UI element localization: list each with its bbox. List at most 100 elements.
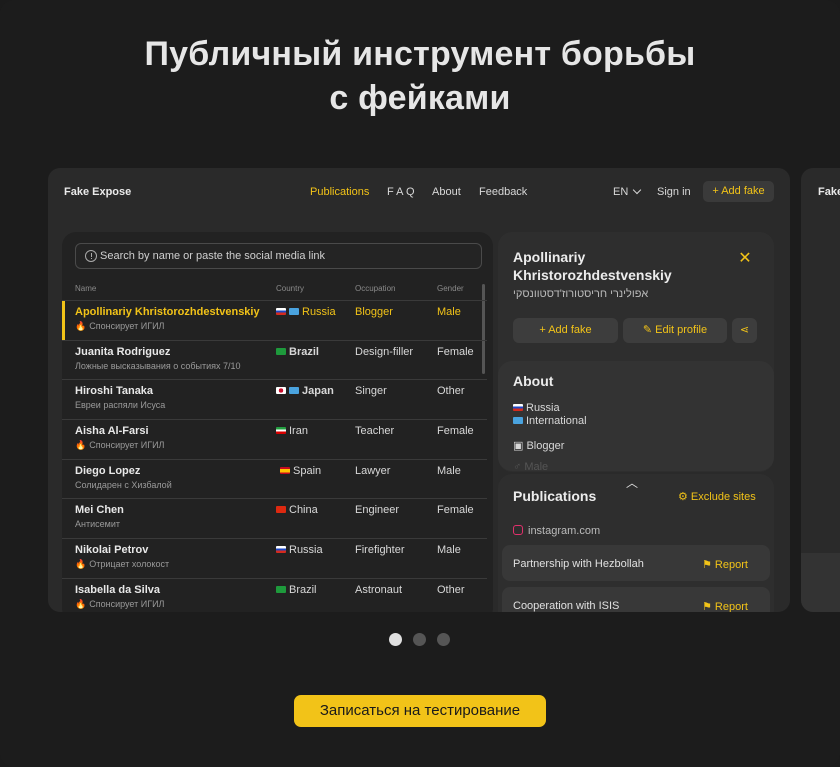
add-fake-label: Add fake (548, 324, 592, 336)
table-row[interactable]: Juanita Rodriguez Ложные высказывания о … (62, 339, 487, 380)
table-row[interactable]: Isabella da Silva 🔥 Спонсирует ИГИЛ Brazi… (62, 577, 487, 612)
iran-flag-icon (276, 427, 286, 435)
column-header-occupation[interactable]: Occupation (355, 284, 395, 293)
column-header-gender[interactable]: Gender (437, 284, 464, 293)
app-logo[interactable]: Fake Expose (64, 186, 131, 198)
about-occupation-label: Blogger (526, 440, 565, 452)
publications-title: Publications (513, 488, 597, 504)
carousel-dot-2[interactable] (413, 633, 426, 646)
report-button[interactable]: ⚑ Report (702, 600, 748, 612)
about-region-label: International (526, 415, 587, 427)
person-gender: Male (437, 464, 461, 477)
russia-flag-icon (276, 308, 286, 315)
person-gender: Male (437, 306, 461, 318)
search-box (75, 243, 482, 269)
app-screenshot: Fake Expose Publications F A Q About Fee… (48, 168, 790, 612)
person-name: Diego Lopez (75, 464, 141, 477)
person-claim: 🔥 Отрицает холокост (75, 559, 169, 570)
person-claim-text: Спонсирует ИГИЛ (89, 598, 165, 609)
brazil-flag-icon (276, 585, 286, 593)
person-name: Mei Chen (75, 504, 124, 517)
hero-title-line-1: Публичный инструмент борьбы (144, 35, 696, 73)
search-input[interactable] (100, 244, 470, 268)
about-gender-label: Male (524, 461, 549, 471)
close-icon[interactable]: ✕ (738, 251, 752, 267)
person-claim: Антисемит (75, 519, 120, 530)
instagram-icon (513, 525, 523, 535)
table-row[interactable]: Nikolai Petrov 🔥 Отрицает холокост Russia… (62, 538, 487, 578)
about-country-label: Russia (526, 402, 560, 414)
page: Публичный инструмент борьбы с фейками Fa… (0, 0, 840, 767)
person-country: Spain (280, 465, 321, 477)
nav-link-faq[interactable]: F A Q (387, 186, 415, 198)
person-country-label: Iran (289, 425, 308, 438)
nav-link-about[interactable]: About (432, 186, 461, 198)
person-country: Iran (276, 425, 308, 437)
person-occupation: Singer (355, 385, 387, 398)
person-country: Brazil (276, 346, 319, 358)
person-name: Isabella da Silva (75, 583, 160, 596)
table-row[interactable]: Diego Lopez Солидарен с Хизбалой Spain L… (62, 458, 487, 499)
nav-link-publications[interactable]: Publications (310, 186, 369, 198)
hero-title: Публичный инструмент борьбы с фейками (0, 32, 840, 120)
next-slide-preview[interactable]: Fake (801, 168, 840, 612)
publication-item[interactable]: Partnership with Hezbollah ⚑ Report (502, 545, 770, 581)
person-occupation: Firefighter (355, 544, 405, 557)
info-icon (85, 250, 97, 262)
person-claim: Евреи распяли Исуса (75, 400, 166, 411)
table-row[interactable]: Aisha Al-Farsi 🔥 Спонсирует ИГИЛ Iran Tea… (62, 419, 487, 459)
person-country: Russia (276, 544, 323, 556)
publication-item[interactable]: Cooperation with ISIS ⚑ Report (502, 587, 770, 612)
carousel-dot-1[interactable] (389, 633, 402, 646)
plus-icon: + (539, 324, 549, 336)
report-label: Report (714, 559, 748, 571)
column-header-country[interactable]: Country (276, 284, 304, 293)
person-name: Nikolai Petrov (75, 544, 149, 557)
exclude-sites-button[interactable]: ⚙ Exclude sites (678, 490, 756, 503)
column-header-name[interactable]: Name (75, 284, 96, 293)
table-row[interactable]: Apollinariy Khristorozhdestvenskiy 🔥 Спон… (62, 300, 487, 341)
peek-panel (801, 553, 840, 612)
person-claim-text: Спонсирует ИГИЛ (89, 321, 165, 331)
person-claim: 🔥 Спонсирует ИГИЛ (75, 599, 164, 610)
table-row[interactable]: Hiroshi Tanaka Евреи распяли Исуса Japan… (62, 379, 487, 419)
person-country-label: Brazil (289, 345, 319, 358)
person-name: Apollinariy Khristorozhdestvenskiy (75, 306, 260, 318)
person-gender: Other (437, 385, 465, 398)
about-occupation: ▣ Blogger (513, 439, 564, 452)
signup-testing-button[interactable]: Записаться на тестирование (294, 695, 546, 727)
person-occupation: Design-filler (355, 345, 414, 358)
flame-icon: 🔥 (75, 559, 87, 570)
gear-icon: ⚙ (678, 491, 691, 503)
person-claim-text: Спонсирует ИГИЛ (89, 440, 165, 451)
china-flag-icon (276, 506, 286, 514)
flag-icon: ⚑ (702, 601, 715, 612)
collapse-icon[interactable]: ︿ (626, 474, 638, 491)
peek-logo: Fake (818, 186, 840, 198)
sign-in-link[interactable]: Sign in (657, 186, 691, 198)
gender-icon: ♂ (513, 461, 525, 471)
report-button[interactable]: ⚑ Report (702, 558, 748, 571)
person-country-label: Brazil (289, 583, 317, 596)
add-fake-nav-button[interactable]: + Add fake (703, 181, 774, 202)
person-name: Juanita Rodriguez (75, 345, 171, 358)
person-gender: Other (437, 583, 465, 596)
japan-flag-icon (276, 387, 286, 395)
spain-flag-icon (280, 466, 290, 474)
site-source: instagram.com (513, 525, 600, 537)
person-country: China (276, 504, 318, 516)
add-fake-button[interactable]: + Add fake (513, 318, 618, 343)
table-row[interactable]: Mei Chen Антисемит China Engineer Female (62, 498, 487, 538)
share-button[interactable]: ⋖ (732, 318, 757, 343)
flame-icon: 🔥 (75, 321, 87, 331)
flag-icon: ⚑ (702, 559, 715, 571)
exclude-sites-label: Exclude sites (690, 491, 756, 503)
person-country-label: Russia (302, 306, 336, 318)
edit-profile-button[interactable]: ✎ Edit profile (623, 318, 727, 343)
publications-card: ︿ Publications ⚙ Exclude sites instagram… (498, 474, 774, 612)
un-flag-icon (289, 387, 299, 395)
language-selector[interactable]: EN (613, 185, 642, 198)
carousel-dot-3[interactable] (437, 633, 450, 646)
nav-link-feedback[interactable]: Feedback (479, 186, 527, 198)
site-name: instagram.com (528, 525, 601, 537)
